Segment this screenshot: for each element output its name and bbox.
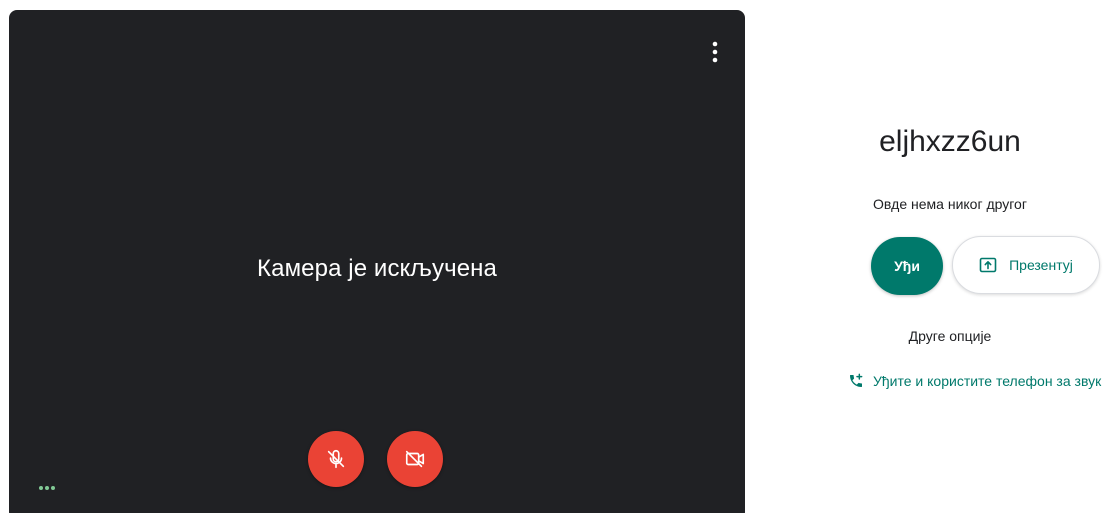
join-button[interactable]: Уђи: [871, 237, 943, 295]
phone-add-icon: [847, 372, 865, 390]
meet-prejoin-page: Камера је искључена eljhxzz6un Овде нема…: [0, 0, 1120, 513]
more-horiz-icon[interactable]: [35, 480, 59, 496]
mic-toggle-button[interactable]: [308, 431, 364, 487]
camera-off-message: Камера је искључена: [257, 255, 497, 282]
join-with-phone-label: Уђите и користите телефон за звук: [873, 373, 1102, 389]
join-with-phone-link[interactable]: Уђите и користите телефон за звук: [847, 370, 1101, 392]
meeting-code: eljhxzz6un: [879, 125, 1021, 158]
present-button[interactable]: Презентуј: [952, 236, 1100, 294]
more-vert-icon[interactable]: [703, 40, 727, 64]
present-button-label: Презентуј: [1009, 257, 1073, 273]
participants-status: Овде нема никог другог: [873, 196, 1027, 212]
mic-off-icon: [327, 449, 345, 469]
present-to-all-icon: [979, 256, 997, 274]
camera-toggle-button[interactable]: [387, 431, 443, 487]
other-options-label: Друге опције: [908, 328, 992, 344]
camera-preview: Камера је искључена: [9, 10, 745, 513]
videocam-off-icon: [405, 450, 425, 468]
join-panel: eljhxzz6un Овде нема никог другог Уђи Пр…: [835, 0, 1120, 513]
